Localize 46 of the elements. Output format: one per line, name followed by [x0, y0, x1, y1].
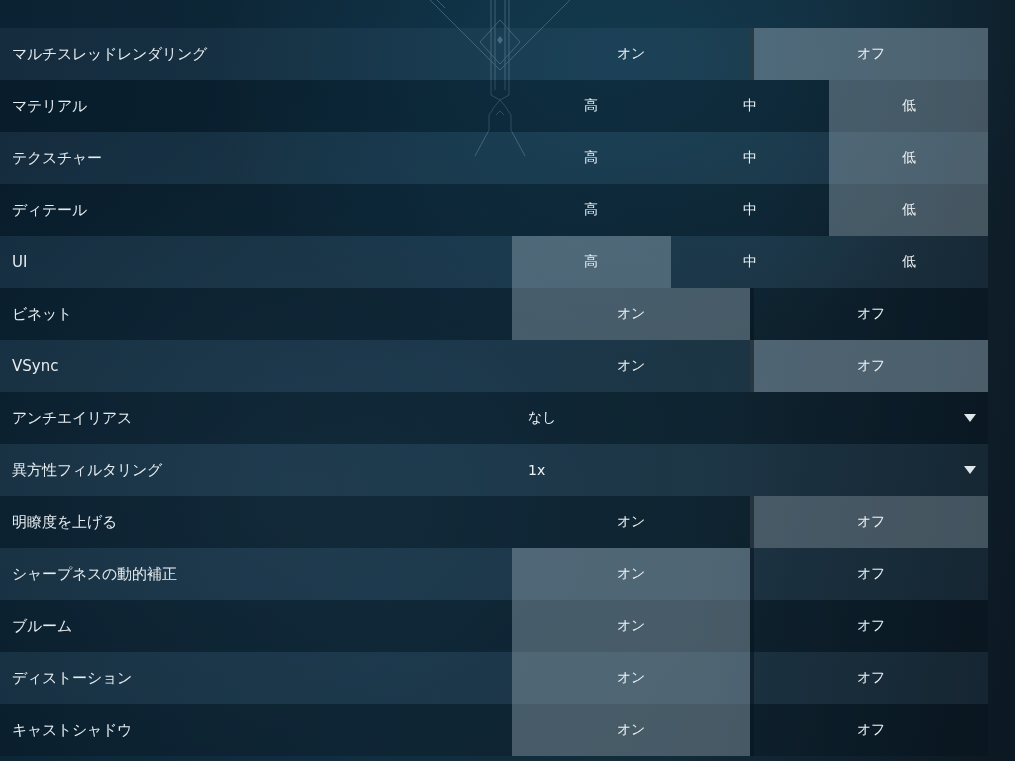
option-button[interactable]: 中: [670, 80, 830, 132]
option-button[interactable]: オン: [512, 288, 750, 340]
caret-icon: [964, 414, 976, 422]
option-button[interactable]: オフ: [750, 548, 988, 600]
option-button[interactable]: 高: [512, 236, 671, 288]
setting-label: 異方性フィルタリング: [12, 460, 162, 480]
option-button[interactable]: 高: [512, 184, 671, 236]
setting-label: キャストシャドウ: [12, 720, 132, 740]
option-button[interactable]: オフ: [750, 652, 988, 704]
setting-label: テクスチャー: [12, 148, 102, 168]
setting-label: アンチエイリアス: [12, 408, 132, 428]
setting-label: マテリアル: [12, 96, 87, 116]
dropdown[interactable]: 1x: [512, 444, 988, 496]
option-button[interactable]: オフ: [750, 600, 988, 652]
setting-label: 明瞭度を上げる: [12, 512, 117, 532]
option-button[interactable]: オフ: [750, 704, 988, 756]
option-button[interactable]: オン: [512, 600, 750, 652]
option-button[interactable]: オン: [512, 652, 750, 704]
setting-label: シャープネスの動的補正: [12, 564, 177, 584]
setting-label: ブルーム: [12, 616, 72, 636]
caret-icon: [964, 466, 976, 474]
option-button[interactable]: 中: [670, 236, 830, 288]
option-button[interactable]: オフ: [750, 28, 988, 80]
option-button[interactable]: オフ: [750, 496, 988, 548]
option-button[interactable]: オン: [512, 548, 750, 600]
setting-label: ディテール: [12, 200, 87, 220]
option-button[interactable]: 高: [512, 132, 671, 184]
option-button[interactable]: オフ: [750, 340, 988, 392]
option-button[interactable]: 高: [512, 80, 671, 132]
setting-label: マルチスレッドレンダリング: [12, 44, 207, 64]
option-button[interactable]: オン: [512, 28, 750, 80]
option-button[interactable]: 低: [829, 184, 988, 236]
option-button[interactable]: 低: [829, 132, 988, 184]
option-button[interactable]: オン: [512, 340, 750, 392]
setting-label: ディストーション: [12, 668, 132, 688]
option-button[interactable]: 中: [670, 184, 830, 236]
setting-label: ビネット: [12, 304, 72, 324]
option-button[interactable]: 低: [829, 236, 988, 288]
option-button[interactable]: 中: [670, 132, 830, 184]
option-button[interactable]: オフ: [750, 288, 988, 340]
dropdown[interactable]: なし: [512, 392, 988, 444]
option-button[interactable]: オン: [512, 496, 750, 548]
option-button[interactable]: 低: [829, 80, 988, 132]
setting-label: UI: [12, 252, 28, 272]
option-button[interactable]: オン: [512, 704, 750, 756]
setting-label: VSync: [12, 356, 59, 376]
